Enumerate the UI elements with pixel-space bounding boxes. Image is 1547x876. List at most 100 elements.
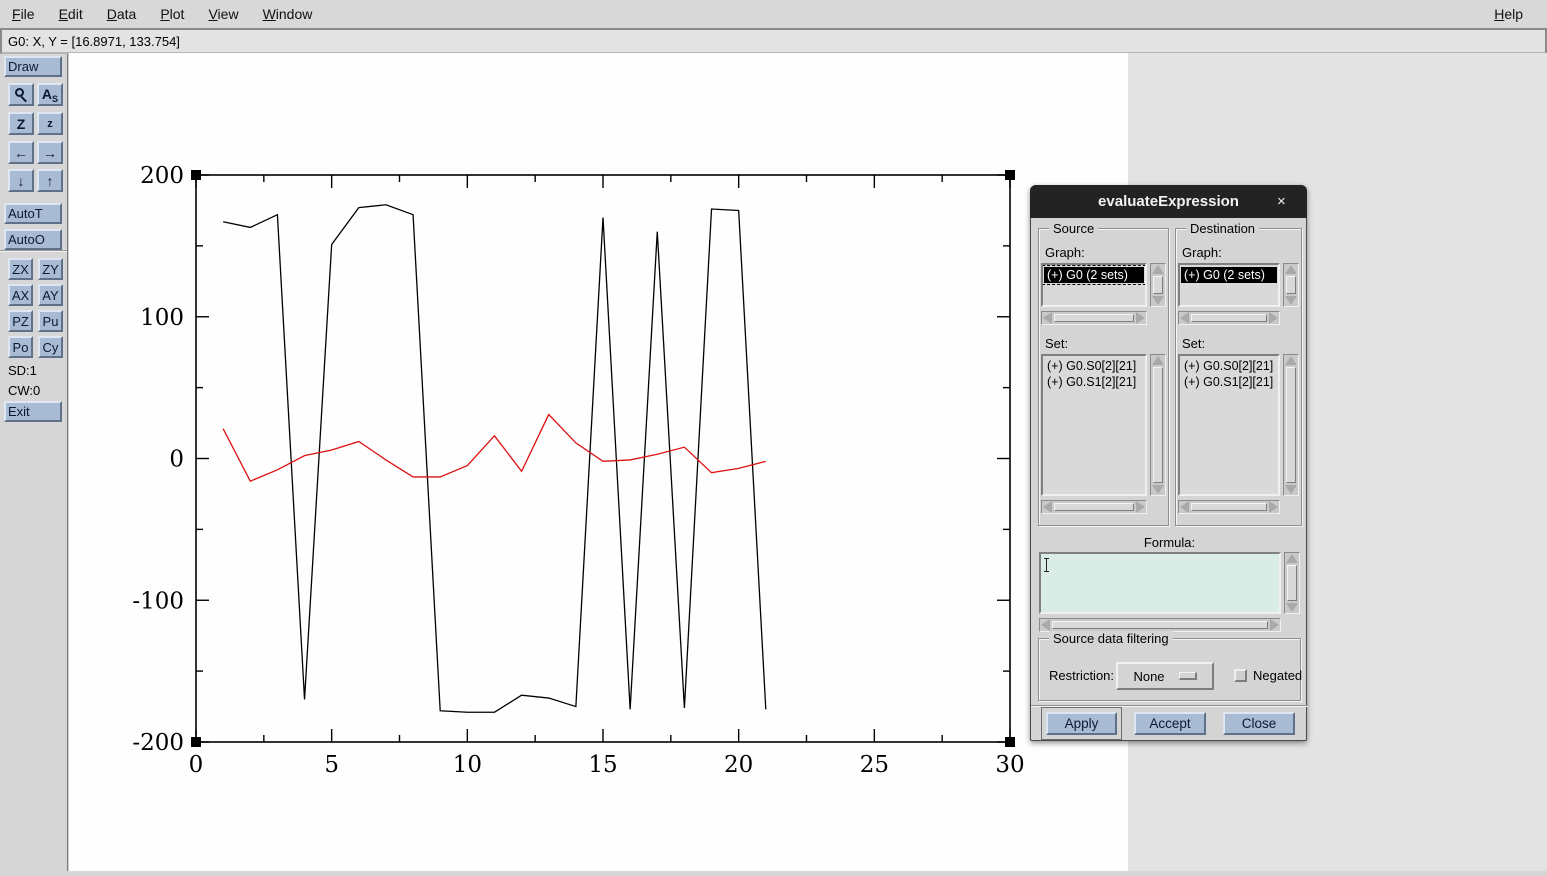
scroll-thumb[interactable] xyxy=(1054,314,1134,322)
source-group-title: Source xyxy=(1049,221,1098,236)
scroll-right-icon[interactable] xyxy=(1270,619,1279,631)
list-item[interactable]: (+) G0 (2 sets) xyxy=(1181,267,1277,283)
autoscale-o-button[interactable]: AutoO xyxy=(4,229,62,250)
destination-graph-vscrollbar[interactable] xyxy=(1283,263,1299,307)
text-size-icon[interactable]: AS xyxy=(37,83,63,106)
graph-corner-handle[interactable] xyxy=(191,170,201,180)
menu-view[interactable]: View xyxy=(196,2,250,26)
destination-graph-label: Graph: xyxy=(1182,245,1222,260)
scroll-left-icon[interactable] xyxy=(1180,312,1189,324)
autoscale-t-button[interactable]: AutoT xyxy=(4,203,62,224)
zoom-in-icon[interactable]: Z xyxy=(8,112,34,135)
cw-status-label: CW:0 xyxy=(8,383,40,398)
x-tick-label: 20 xyxy=(724,752,753,778)
scroll-up-icon[interactable] xyxy=(1152,265,1164,274)
list-item[interactable]: (+) G0.S0[2][21] xyxy=(1044,358,1144,374)
pan-left-icon[interactable]: ← xyxy=(8,141,34,164)
ax-button[interactable]: AX xyxy=(8,284,33,306)
scroll-thumb[interactable] xyxy=(1153,367,1163,483)
list-item[interactable]: (+) G0.S0[2][21] xyxy=(1181,358,1277,374)
graph-corner-handle[interactable] xyxy=(191,737,201,747)
scroll-right-icon[interactable] xyxy=(1269,501,1278,513)
list-item[interactable]: (+) G0.S1[2][21] xyxy=(1181,374,1277,390)
source-set-vscrollbar[interactable] xyxy=(1150,354,1166,496)
dialog-titlebar[interactable]: evaluateExpression × xyxy=(1030,185,1307,218)
scroll-down-icon[interactable] xyxy=(1152,485,1164,494)
zx-button[interactable]: ZX xyxy=(8,258,33,280)
source-set-list[interactable]: (+) G0.S0[2][21](+) G0.S1[2][21] xyxy=(1041,354,1147,496)
formula-input[interactable] xyxy=(1039,552,1281,614)
menu-data[interactable]: Data xyxy=(95,2,149,26)
destination-set-list[interactable]: (+) G0.S0[2][21](+) G0.S1[2][21] xyxy=(1178,354,1280,496)
y-tick-label: 100 xyxy=(140,305,184,331)
graph-corner-handle[interactable] xyxy=(1005,170,1015,180)
scroll-down-icon[interactable] xyxy=(1285,296,1297,305)
pan-up-icon[interactable]: ↑ xyxy=(37,169,63,192)
scroll-thumb[interactable] xyxy=(1191,503,1267,511)
list-item[interactable]: (+) G0 (2 sets) xyxy=(1044,267,1144,283)
menu-file[interactable]: File xyxy=(0,2,47,26)
graph-corner-handle[interactable] xyxy=(1005,737,1015,747)
formula-hscrollbar[interactable] xyxy=(1039,618,1281,632)
scroll-thumb[interactable] xyxy=(1054,503,1134,511)
restriction-value: None xyxy=(1133,669,1164,684)
series-G0.S1 xyxy=(223,415,766,482)
po-button[interactable]: Po xyxy=(8,336,33,358)
menu-plot[interactable]: Plot xyxy=(148,2,196,26)
pz-button[interactable]: PZ xyxy=(8,310,33,332)
menu-edit[interactable]: Edit xyxy=(47,2,95,26)
scroll-up-icon[interactable] xyxy=(1285,265,1297,274)
menu-window[interactable]: Window xyxy=(251,2,325,26)
scroll-up-icon[interactable] xyxy=(1286,554,1298,563)
zoom-icon[interactable] xyxy=(8,83,34,106)
accept-button[interactable]: Accept xyxy=(1134,712,1206,735)
scroll-left-icon[interactable] xyxy=(1043,312,1052,324)
scroll-thumb[interactable] xyxy=(1287,565,1297,601)
destination-graph-list[interactable]: (+) G0 (2 sets) xyxy=(1178,263,1280,307)
scroll-up-icon[interactable] xyxy=(1285,356,1297,365)
y-tick-label: -100 xyxy=(132,588,184,614)
menu-help[interactable]: Help xyxy=(1482,2,1535,26)
plot-canvas[interactable]: 051015202530-200-1000100200 xyxy=(69,53,1128,871)
close-icon[interactable]: × xyxy=(1277,193,1307,210)
destination-graph-hscrollbar[interactable] xyxy=(1178,311,1280,325)
destination-set-hscrollbar[interactable] xyxy=(1178,500,1280,514)
scroll-left-icon[interactable] xyxy=(1043,501,1052,513)
scroll-right-icon[interactable] xyxy=(1269,312,1278,324)
scroll-left-icon[interactable] xyxy=(1180,501,1189,513)
scroll-thumb[interactable] xyxy=(1052,621,1268,629)
source-graph-list[interactable]: (+) G0 (2 sets) xyxy=(1041,263,1147,307)
close-button[interactable]: Close xyxy=(1223,712,1295,735)
destination-set-vscrollbar[interactable] xyxy=(1283,354,1299,496)
scroll-down-icon[interactable] xyxy=(1285,485,1297,494)
scroll-down-icon[interactable] xyxy=(1152,296,1164,305)
scroll-thumb[interactable] xyxy=(1286,276,1296,294)
ay-button[interactable]: AY xyxy=(38,284,63,306)
apply-button[interactable]: Apply xyxy=(1046,712,1117,735)
formula-vscrollbar[interactable] xyxy=(1284,552,1300,614)
zy-button[interactable]: ZY xyxy=(38,258,63,280)
source-set-hscrollbar[interactable] xyxy=(1041,500,1147,514)
option-menu-indicator-icon xyxy=(1179,672,1197,680)
scroll-thumb[interactable] xyxy=(1153,276,1163,294)
zoom-out-icon[interactable]: z xyxy=(37,112,63,135)
draw-button[interactable]: Draw xyxy=(4,56,62,77)
exit-button[interactable]: Exit xyxy=(4,401,62,422)
pu-button[interactable]: Pu xyxy=(38,310,63,332)
scroll-thumb[interactable] xyxy=(1191,314,1267,322)
scroll-left-icon[interactable] xyxy=(1041,619,1050,631)
source-graph-hscrollbar[interactable] xyxy=(1041,311,1147,325)
pan-right-icon[interactable]: → xyxy=(37,141,63,164)
source-graph-vscrollbar[interactable] xyxy=(1150,263,1166,307)
negated-checkbox[interactable] xyxy=(1234,669,1247,682)
scroll-down-icon[interactable] xyxy=(1286,603,1298,612)
restriction-dropdown[interactable]: None xyxy=(1116,662,1214,690)
x-tick-label: 30 xyxy=(995,752,1024,778)
list-item[interactable]: (+) G0.S1[2][21] xyxy=(1044,374,1144,390)
scroll-right-icon[interactable] xyxy=(1136,312,1145,324)
scroll-right-icon[interactable] xyxy=(1136,501,1145,513)
scroll-thumb[interactable] xyxy=(1286,367,1296,483)
pan-down-icon[interactable]: ↓ xyxy=(8,169,34,192)
scroll-up-icon[interactable] xyxy=(1152,356,1164,365)
cy-button[interactable]: Cy xyxy=(38,336,63,358)
